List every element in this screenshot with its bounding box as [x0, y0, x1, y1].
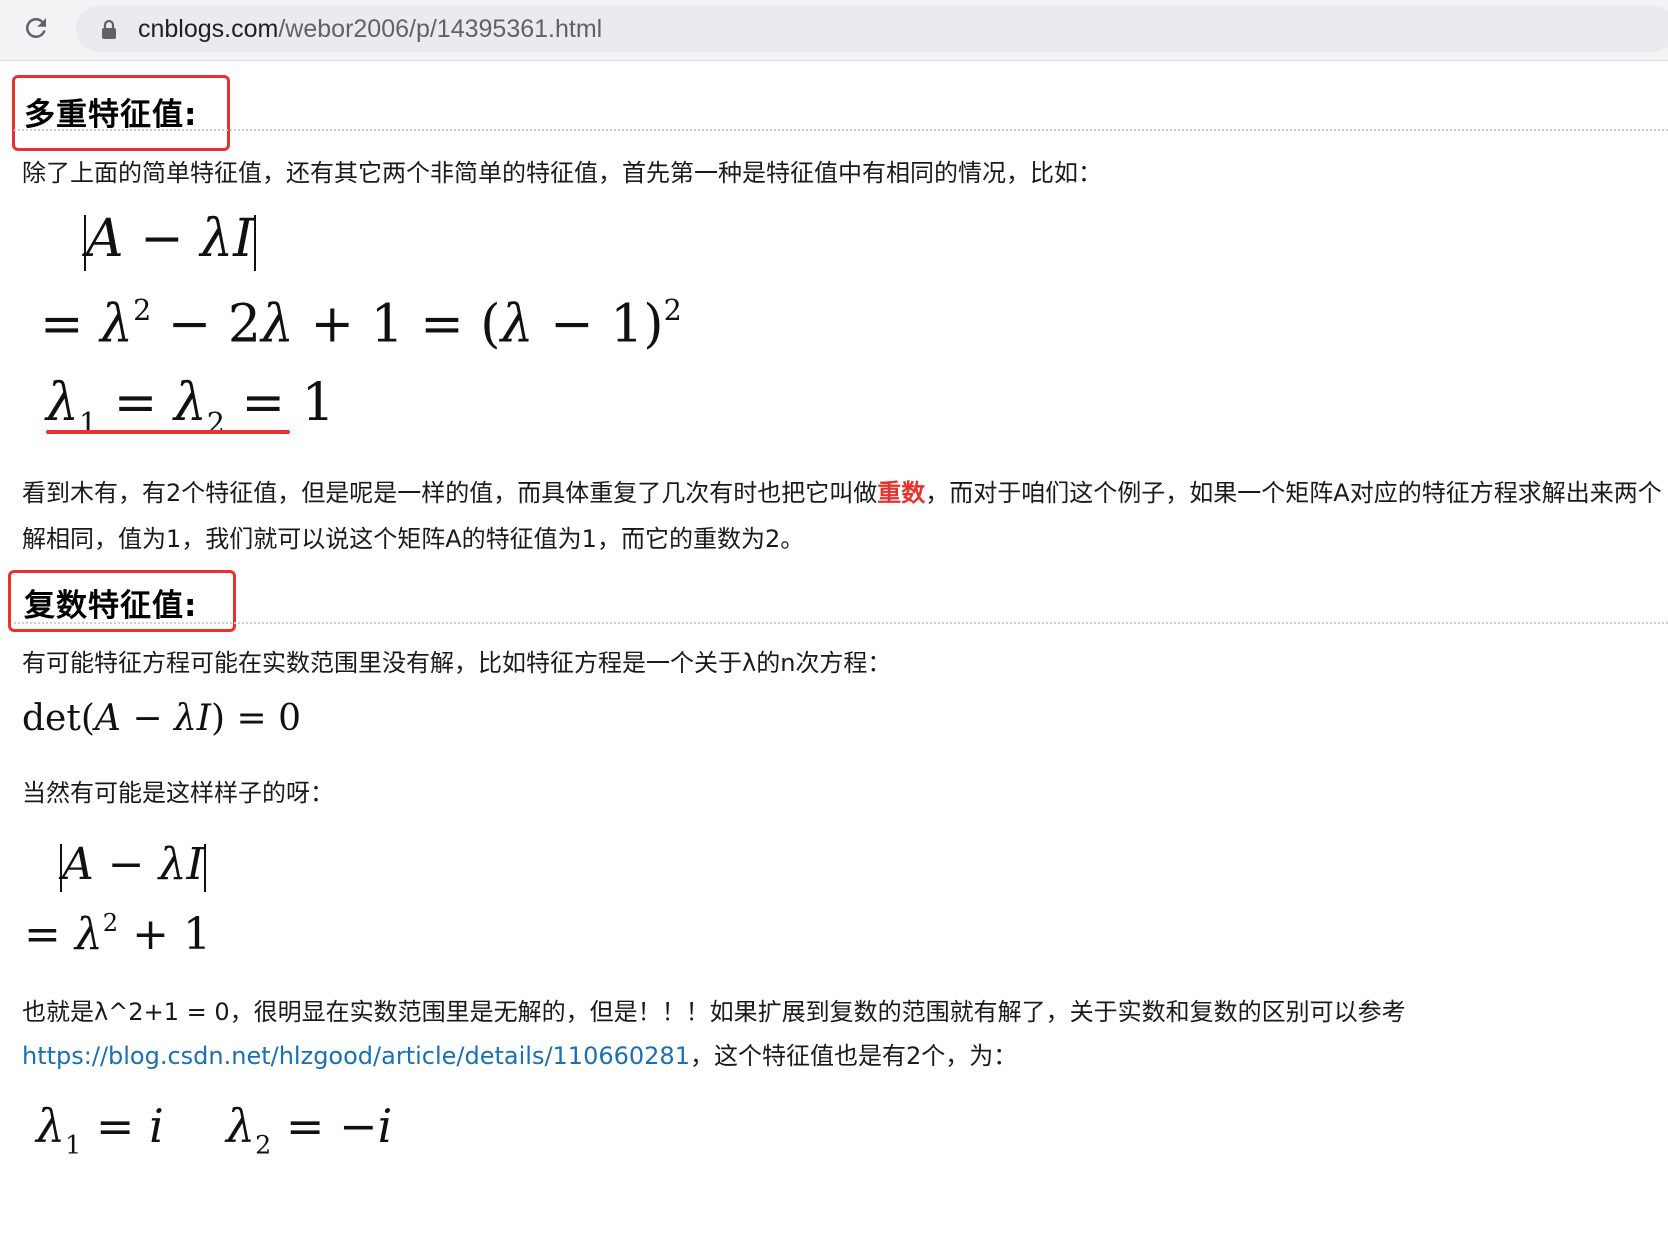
section-heading-complex-eigenvalues: 复数特征值: — [24, 588, 198, 624]
equation-root-i: λ1 = i — [36, 1099, 164, 1160]
explanation-text-start: 看到木有，有2个特征值，但是呢是一样的值，而具体重复了几次有时也把它叫做 — [22, 479, 878, 507]
equation-lambda-squared-plus-one: = λ2 + 1 — [24, 909, 211, 961]
equation-root-minus-i: λ2 = −i — [226, 1099, 393, 1160]
address-bar[interactable]: cnblogs.com/webor2006/p/14395361.html — [76, 6, 1668, 52]
url-path: /webor2006/p/14395361.html — [278, 15, 603, 43]
roots-underline — [46, 430, 290, 434]
section2-maybe: 当然有可能是这样样子的呀： — [22, 779, 334, 807]
multiplicity-highlight: 重数 — [877, 479, 926, 507]
equation-determinant: A − λI — [84, 209, 256, 271]
article-content: 多重特征值: 除了上面的简单特征值，还有其它两个非简单的特征值，首先第一种是特征… — [0, 61, 1668, 1252]
heading-divider — [14, 129, 1668, 131]
section-heading-multiple-eigenvalues: 多重特征值: — [24, 97, 198, 133]
reload-icon[interactable] — [18, 10, 54, 46]
equation-det-zero: det(A − λI) = 0 — [22, 698, 301, 739]
lock-icon — [102, 19, 116, 39]
section1-explanation: 看到木有，有2个特征值，但是呢是一样的值，而具体重复了几次有时也把它叫做重数，而… — [22, 470, 1662, 562]
url-domain: cnblogs.com — [138, 15, 279, 43]
equation-determinant-2: A − λI — [60, 839, 206, 892]
section2-line1: 也就是λ^2+1 = 0，很明显在实数范围里是无解的，但是！！！如果扩展到复数的… — [22, 998, 1406, 1026]
url-text[interactable]: cnblogs.com/webor2006/p/14395361.html — [138, 16, 602, 43]
section1-intro: 除了上面的简单特征值，还有其它两个非简单的特征值，首先第一种是特征值中有相同的情… — [22, 159, 1102, 187]
equation-expansion: = λ2 − 2λ + 1 = (λ − 1)2 — [40, 293, 682, 355]
browser-toolbar: cnblogs.com/webor2006/p/14395361.html — [0, 0, 1668, 61]
reference-link[interactable]: https://blog.csdn.net/hlzgood/article/de… — [22, 1042, 690, 1070]
section2-line2-text: ，这个特征值也是有2个，为： — [689, 1042, 1018, 1070]
section2-line2: https://blog.csdn.net/hlzgood/article/de… — [22, 1033, 1017, 1079]
heading-divider — [14, 622, 1668, 624]
section2-intro: 有可能特征方程可能在实数范围里没有解，比如特征方程是一个关于λ的n次方程： — [22, 649, 892, 677]
